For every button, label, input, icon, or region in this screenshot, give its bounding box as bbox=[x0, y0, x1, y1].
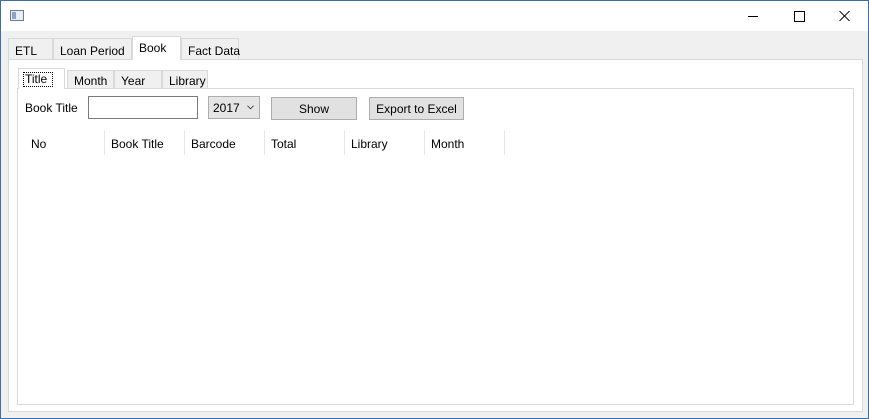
minimize-button[interactable] bbox=[730, 1, 776, 31]
column-header-no[interactable]: No bbox=[25, 131, 105, 155]
grid-body bbox=[25, 155, 845, 400]
tab-year[interactable]: Year bbox=[114, 70, 162, 89]
tab-book[interactable]: Book bbox=[132, 36, 181, 60]
book-title-label: Book Title bbox=[25, 101, 78, 115]
maximize-icon bbox=[793, 10, 805, 22]
book-tab-panel: Title Month Year Library Book Title 2017… bbox=[8, 59, 863, 412]
app-window: ETL Loan Period Book Fact Data Title Mon… bbox=[0, 0, 869, 419]
book-title-input[interactable] bbox=[88, 96, 198, 119]
year-select-value: 2017 bbox=[213, 100, 240, 115]
export-to-excel-button[interactable]: Export to Excel bbox=[369, 97, 464, 120]
column-header-barcode[interactable]: Barcode bbox=[185, 131, 265, 155]
client-area: ETL Loan Period Book Fact Data Title Mon… bbox=[1, 31, 868, 418]
column-header-book-title[interactable]: Book Title bbox=[105, 131, 185, 155]
show-button[interactable]: Show bbox=[271, 97, 357, 120]
tab-month[interactable]: Month bbox=[67, 70, 114, 89]
close-button[interactable] bbox=[822, 1, 868, 31]
column-header-total[interactable]: Total bbox=[265, 131, 345, 155]
tab-library[interactable]: Library bbox=[162, 70, 208, 89]
column-header-month[interactable]: Month bbox=[425, 131, 505, 155]
maximize-button[interactable] bbox=[776, 1, 822, 31]
column-header-library[interactable]: Library bbox=[345, 131, 425, 155]
tab-loan-period[interactable]: Loan Period bbox=[53, 38, 132, 60]
tab-etl[interactable]: ETL bbox=[8, 38, 53, 60]
tab-title-label: Title bbox=[23, 72, 54, 87]
tab-title[interactable]: Title bbox=[18, 68, 65, 89]
year-select[interactable]: 2017 bbox=[208, 96, 260, 119]
app-icon bbox=[10, 10, 24, 21]
minimize-icon bbox=[748, 15, 758, 17]
tab-fact-data[interactable]: Fact Data bbox=[181, 38, 240, 60]
close-icon bbox=[839, 10, 851, 22]
title-bar[interactable] bbox=[1, 1, 868, 31]
title-tab-panel: Book Title 2017 Show Export to Excel No … bbox=[17, 88, 854, 405]
chevron-down-icon bbox=[247, 105, 254, 110]
